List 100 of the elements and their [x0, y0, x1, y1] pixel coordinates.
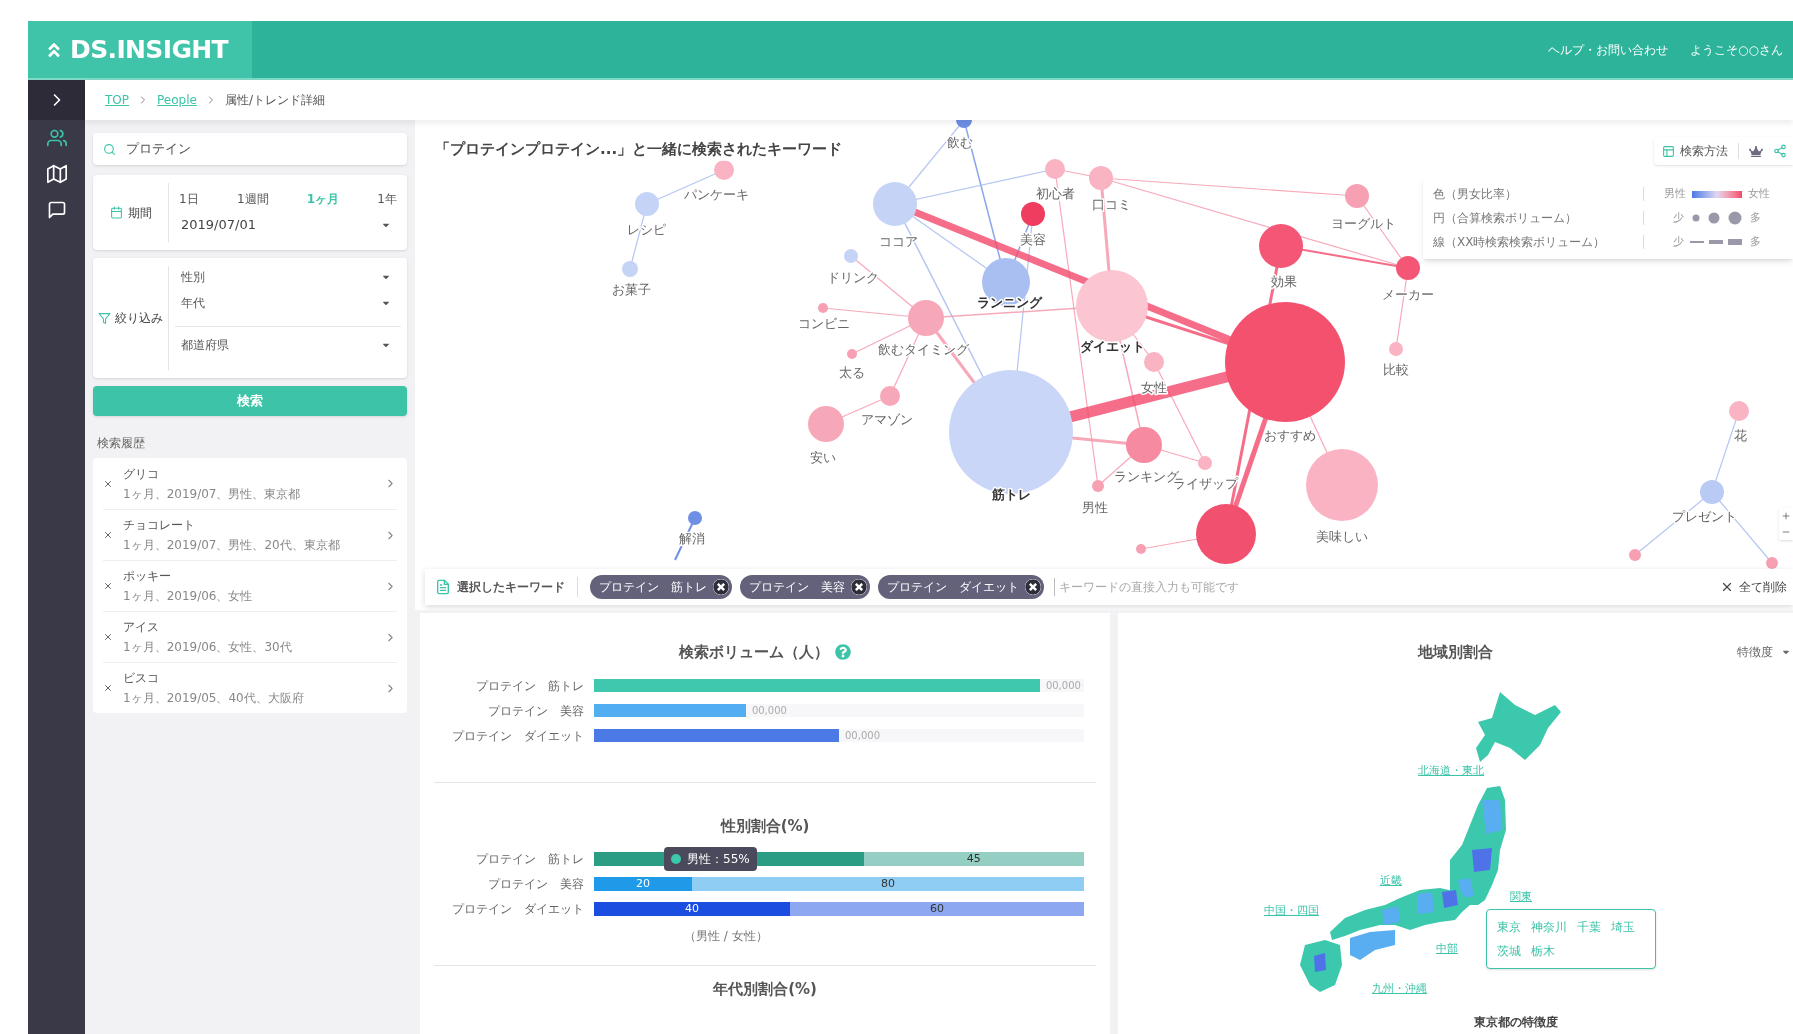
- keyword-chip[interactable]: プロテイン 美容: [740, 575, 870, 599]
- history-keyword: チョコレート: [123, 517, 196, 534]
- keyword-node[interactable]: [908, 300, 944, 336]
- keyword-node[interactable]: [1089, 166, 1113, 190]
- bar-label: プロテイン 美容: [487, 702, 585, 720]
- keyword-node[interactable]: [1144, 352, 1164, 372]
- remove-icon[interactable]: [103, 478, 113, 489]
- remove-icon[interactable]: [851, 579, 867, 595]
- keyword-node[interactable]: [1389, 342, 1403, 356]
- male-value: 20: [636, 877, 650, 891]
- filter-select[interactable]: 都道府県: [175, 326, 401, 362]
- legend-label: 円（合算検索ボリューム）: [1433, 210, 1578, 227]
- history-detail: 1ヶ月、2019/07、男性、20代、東京都: [123, 537, 341, 554]
- female-value: 45: [966, 852, 981, 866]
- node-label: プレゼント: [1671, 509, 1737, 524]
- keyword-node[interactable]: [714, 160, 734, 180]
- layout-icon: [1662, 144, 1675, 158]
- keyword-node[interactable]: [1345, 184, 1369, 208]
- history-item[interactable]: グリコ 1ヶ月、2019/07、男性、東京都: [103, 458, 397, 509]
- keyword-node[interactable]: [818, 303, 828, 313]
- keyword-node[interactable]: [1126, 427, 1162, 463]
- keyword-node[interactable]: [844, 249, 858, 263]
- legend-high-label: 多: [1749, 233, 1761, 250]
- filter-select[interactable]: 年代: [175, 290, 401, 316]
- node-label: 口コミ: [1091, 197, 1131, 212]
- keyword-node[interactable]: [1045, 159, 1065, 179]
- keyword-node[interactable]: [1629, 549, 1641, 561]
- keyword-node[interactable]: [1259, 224, 1303, 268]
- node-label: メーカー: [1382, 287, 1434, 302]
- keyword-node[interactable]: [1198, 456, 1212, 470]
- node-label: 安い: [810, 450, 836, 465]
- keyword-node[interactable]: [956, 120, 972, 128]
- keyword-node[interactable]: [1729, 401, 1749, 421]
- legend-label: 線（XX時検索検索ボリューム）: [1433, 234, 1607, 251]
- legend-high-label: 女性: [1747, 185, 1770, 202]
- bar-label: プロテイン ダイエット: [451, 727, 585, 745]
- keyword-input[interactable]: キーワードの直接入力も可能です: [1054, 578, 1720, 596]
- breadcrumb-current: 属性/トレンド詳細: [224, 92, 325, 109]
- keyword-node[interactable]: [1076, 270, 1148, 342]
- date-select[interactable]: 2019/07/01: [175, 213, 401, 236]
- remove-icon[interactable]: [103, 683, 113, 693]
- keyword-node[interactable]: [635, 192, 659, 216]
- bar-label: プロテイン 筋トレ: [475, 677, 585, 695]
- search-method-button[interactable]: 検索方法: [1662, 142, 1728, 160]
- keyword-node[interactable]: [880, 386, 900, 406]
- period-tab[interactable]: 1日: [177, 189, 201, 208]
- filter-label: 絞り込み: [115, 310, 163, 327]
- keyword-node[interactable]: [688, 511, 702, 525]
- keyword-node[interactable]: [1196, 504, 1256, 564]
- keyword-node[interactable]: [1396, 256, 1420, 280]
- period-tab[interactable]: 1年: [375, 189, 399, 208]
- age-title: 年代別割合(%): [712, 979, 818, 1000]
- female-value: 80: [881, 877, 895, 891]
- keyword-node[interactable]: [1225, 302, 1345, 422]
- history-item[interactable]: ビスコ 1ヶ月、2019/05、40代、大阪府: [103, 662, 397, 713]
- keyword-node[interactable]: [808, 406, 844, 442]
- keyword-node[interactable]: [1092, 480, 1104, 492]
- clear-all-button[interactable]: 全て削除: [1720, 578, 1787, 596]
- bar-value: 00,000: [1045, 679, 1081, 693]
- node-label: ドリンク: [827, 270, 879, 285]
- remove-icon[interactable]: [103, 530, 113, 540]
- keyword-node[interactable]: [1766, 557, 1778, 569]
- history-item[interactable]: ポッキー 1ヶ月、2019/06、女性: [103, 560, 397, 611]
- period-label: 期間: [127, 204, 152, 222]
- search-icon: [103, 142, 116, 156]
- crown-icon[interactable]: [1749, 144, 1763, 158]
- remove-icon[interactable]: [713, 579, 729, 595]
- history-item[interactable]: アイス 1ヶ月、2019/06、女性、30代: [103, 611, 397, 662]
- period-tab[interactable]: 1週間: [234, 189, 271, 208]
- keyword-node[interactable]: [1021, 202, 1045, 226]
- keyword-node[interactable]: [847, 349, 857, 359]
- node-label: ダイエット: [1079, 339, 1145, 354]
- keyword-bar-label: 選択したキーワード: [457, 579, 565, 596]
- node-label: 女性: [1141, 380, 1167, 395]
- node-label: おすすめ: [1264, 428, 1316, 443]
- axis-caption: （男性 / 女性）: [683, 928, 769, 945]
- node-label: レシピ: [626, 222, 666, 237]
- history-item[interactable]: チョコレート 1ヶ月、2019/07、男性、20代、東京都: [103, 509, 397, 560]
- island-shape: [1350, 930, 1395, 960]
- legend-low-label: 少: [1672, 233, 1684, 250]
- remove-icon[interactable]: [103, 632, 113, 642]
- bar-label: プロテイン 美容: [487, 876, 585, 893]
- remove-icon[interactable]: [103, 581, 113, 591]
- filter-select[interactable]: 性別: [175, 264, 401, 290]
- keyword-search-field[interactable]: プロテイン: [93, 133, 407, 165]
- history-detail: 1ヶ月、2019/06、女性: [123, 588, 254, 605]
- keyword-chip[interactable]: プロテイン ダイエット: [878, 575, 1044, 599]
- history-keyword: アイス: [123, 619, 160, 636]
- keyword-node[interactable]: [1700, 480, 1724, 504]
- keyword-node[interactable]: [1136, 544, 1146, 554]
- keyword-node[interactable]: [622, 261, 638, 277]
- keyword-chip[interactable]: プロテイン 筋トレ: [590, 575, 732, 599]
- network-icon[interactable]: [1773, 144, 1787, 158]
- help-icon[interactable]: [835, 644, 851, 661]
- remove-icon[interactable]: [1025, 579, 1041, 595]
- keyword-node[interactable]: [1306, 449, 1378, 521]
- keyword-node[interactable]: [873, 182, 917, 226]
- close-icon: [1720, 580, 1734, 594]
- metric-dropdown[interactable]: 特徴度: [1737, 643, 1791, 661]
- chat-icon: [46, 200, 67, 220]
